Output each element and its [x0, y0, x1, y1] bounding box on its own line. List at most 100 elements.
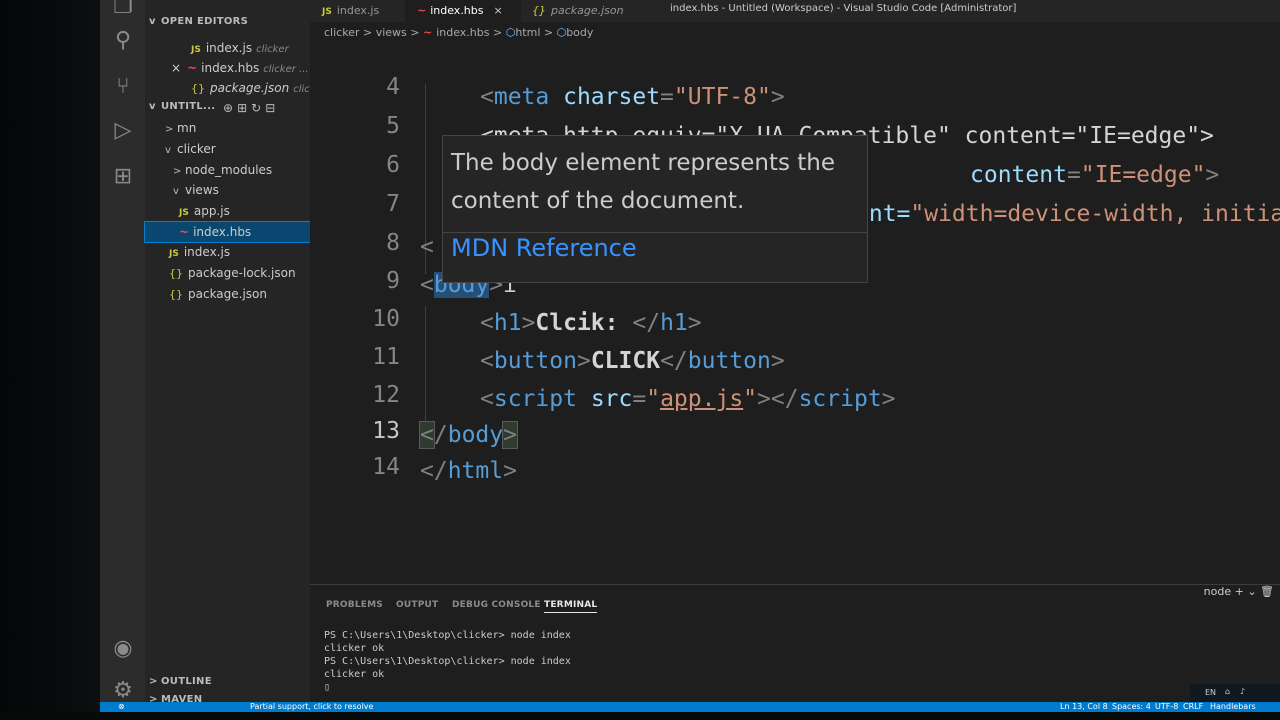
- refresh-icon[interactable]: ↻: [251, 101, 265, 115]
- extensions-icon[interactable]: ⊞: [108, 162, 138, 192]
- code-line-4: <meta charset="UTF-8">: [480, 84, 785, 110]
- collapse-all-icon[interactable]: ⊟: [265, 101, 279, 115]
- code-line-7-tail: ent="width=device-width, initial-s: [855, 201, 1280, 227]
- code-line-13: </body>: [419, 421, 518, 449]
- line-number: 12: [372, 382, 400, 408]
- run-debug-icon[interactable]: ▷: [108, 116, 138, 146]
- handlebars-file-icon: ~: [179, 225, 190, 239]
- tree-folder-clicker[interactable]: v clicker: [145, 139, 330, 159]
- bottom-panel: PROBLEMS OUTPUT DEBUG CONSOLE TERMINAL n…: [310, 584, 1280, 703]
- element-icon: ⬡: [556, 26, 567, 39]
- tab-debug-console[interactable]: DEBUG CONSOLE: [452, 600, 541, 610]
- chevron-down-icon[interactable]: ⌄: [1247, 585, 1256, 598]
- tab-problems[interactable]: PROBLEMS: [326, 600, 383, 610]
- workspace-header[interactable]: v UNTITL...: [149, 101, 215, 112]
- remote-icon[interactable]: ⊗: [118, 702, 125, 712]
- window-title: index.hbs - Untitled (Workspace) - Visua…: [670, 3, 1017, 14]
- breadcrumb: clicker > views > ~ index.hbs > ⬡html > ⬡…: [324, 26, 594, 39]
- line-number: 14: [372, 454, 400, 480]
- breadcrumb-item[interactable]: clicker: [324, 26, 359, 39]
- tab-output[interactable]: OUTPUT: [396, 600, 438, 610]
- js-file-icon: JS: [191, 45, 201, 55]
- breadcrumb-item[interactable]: body: [566, 26, 593, 39]
- line-number: 8: [386, 230, 400, 256]
- explorer-icon[interactable]: ❐: [108, 0, 138, 22]
- tree-file-package-lock-json[interactable]: {} package-lock.json: [145, 263, 334, 283]
- file-link[interactable]: app.js: [660, 386, 743, 412]
- code-line-14: </html>: [420, 458, 517, 484]
- code-line-8: <: [420, 234, 434, 260]
- tab-package-json[interactable]: {} package.json: [520, 0, 636, 22]
- tree-folder-mn[interactable]: > mn: [145, 118, 330, 138]
- outline-header[interactable]: > OUTLINE: [149, 676, 212, 687]
- close-icon[interactable]: ×: [494, 4, 503, 17]
- line-number: 11: [372, 344, 400, 370]
- line-number: 4: [386, 74, 400, 100]
- chevron-down-icon: v: [149, 16, 156, 27]
- tree-file-package-json[interactable]: {} package.json: [145, 284, 334, 304]
- close-icon[interactable]: ×: [171, 61, 181, 75]
- handlebars-file-icon: ~: [417, 4, 427, 17]
- code-editor[interactable]: 4 5 6 7 8 9 10 11 12 13 14 <meta charset…: [310, 44, 1280, 622]
- breadcrumb-item[interactable]: index.hbs: [436, 26, 489, 39]
- line-number: 7: [386, 191, 400, 217]
- tooltip-divider: [443, 232, 867, 233]
- tooltip-description: The body element represents the content …: [451, 150, 836, 214]
- json-file-icon: {}: [191, 82, 205, 95]
- code-line-12: <script src="app.js"></script>: [480, 386, 896, 412]
- code-line-11: <button>CLICK</button>: [480, 348, 785, 374]
- cursor-position[interactable]: Ln 13, Col 8: [1060, 702, 1108, 712]
- add-terminal-icon[interactable]: +: [1235, 585, 1244, 598]
- mdn-reference-link[interactable]: MDN Reference: [451, 234, 637, 262]
- code-line-6-tail: content="IE=edge">: [970, 162, 1220, 188]
- indent-guide: [425, 306, 426, 426]
- js-file-icon: JS: [169, 249, 179, 259]
- monitor-bezel-bottom: [0, 712, 1280, 720]
- network-icon[interactable]: ⌂: [1225, 687, 1230, 696]
- editor-tabs: JS index.js ~ index.hbs × {} package.json in…: [310, 0, 1280, 22]
- line-number: 10: [372, 306, 400, 332]
- js-file-icon: JS: [322, 7, 332, 17]
- tab-terminal[interactable]: TERMINAL: [544, 600, 598, 613]
- open-editor-item-active[interactable]: × ~ index.hbs clicker ...: [145, 58, 336, 78]
- language-mode[interactable]: Handlebars: [1210, 702, 1256, 712]
- open-editors-header[interactable]: v OPEN EDITORS: [149, 16, 248, 27]
- chevron-down-icon: v: [149, 101, 156, 112]
- line-number: 5: [386, 113, 400, 139]
- indentation[interactable]: Spaces: 4: [1112, 702, 1151, 712]
- json-file-icon: {}: [169, 288, 183, 301]
- line-number-current: 13: [372, 418, 400, 444]
- terminal-output[interactable]: PS C:\Users\1\Desktop\clicker> node inde…: [324, 629, 571, 694]
- monitor-bezel: [0, 0, 100, 720]
- hover-tooltip: The body element represents the content …: [442, 135, 868, 283]
- volume-icon[interactable]: ♪: [1240, 687, 1245, 696]
- tree-file-index-js[interactable]: JS index.js: [145, 242, 334, 262]
- search-icon[interactable]: ⚲: [108, 26, 138, 56]
- new-file-icon[interactable]: ⊕: [223, 101, 237, 115]
- chevron-right-icon: >: [149, 676, 158, 687]
- explorer-toolbar: ⊕⊞↻⊟: [223, 101, 279, 115]
- tab-index-js[interactable]: JS index.js: [310, 0, 391, 22]
- json-file-icon: {}: [169, 267, 183, 280]
- line-number: 9: [386, 268, 400, 294]
- activity-bar: ❐ ⚲ ⑂ ▷ ⊞ ◉ ⚙: [100, 0, 145, 712]
- new-folder-icon[interactable]: ⊞: [237, 101, 251, 115]
- encoding[interactable]: UTF-8: [1155, 702, 1178, 712]
- trash-icon[interactable]: 🗑: [1260, 585, 1274, 598]
- breadcrumb-item[interactable]: html: [515, 26, 540, 39]
- js-file-icon: JS: [179, 208, 189, 218]
- tab-index-hbs[interactable]: ~ index.hbs ×: [405, 0, 521, 22]
- handlebars-file-icon: ~: [422, 26, 433, 39]
- source-control-icon[interactable]: ⑂: [108, 72, 138, 102]
- panel-toolbar: node + ⌄ 🗑: [1204, 585, 1274, 598]
- json-file-icon: {}: [532, 4, 546, 17]
- system-tray: EN ⌂ ♪: [1190, 684, 1280, 702]
- line-ending[interactable]: CRLF: [1183, 702, 1203, 712]
- input-language[interactable]: EN: [1205, 688, 1216, 697]
- account-icon[interactable]: ◉: [108, 634, 138, 664]
- breadcrumb-item[interactable]: views: [376, 26, 407, 39]
- status-bar: ⊗ Partial support, click to resolve Ln 1…: [100, 702, 1280, 712]
- element-icon: ⬡: [505, 26, 516, 39]
- status-message[interactable]: Partial support, click to resolve: [250, 702, 373, 712]
- terminal-selector[interactable]: node: [1204, 585, 1231, 598]
